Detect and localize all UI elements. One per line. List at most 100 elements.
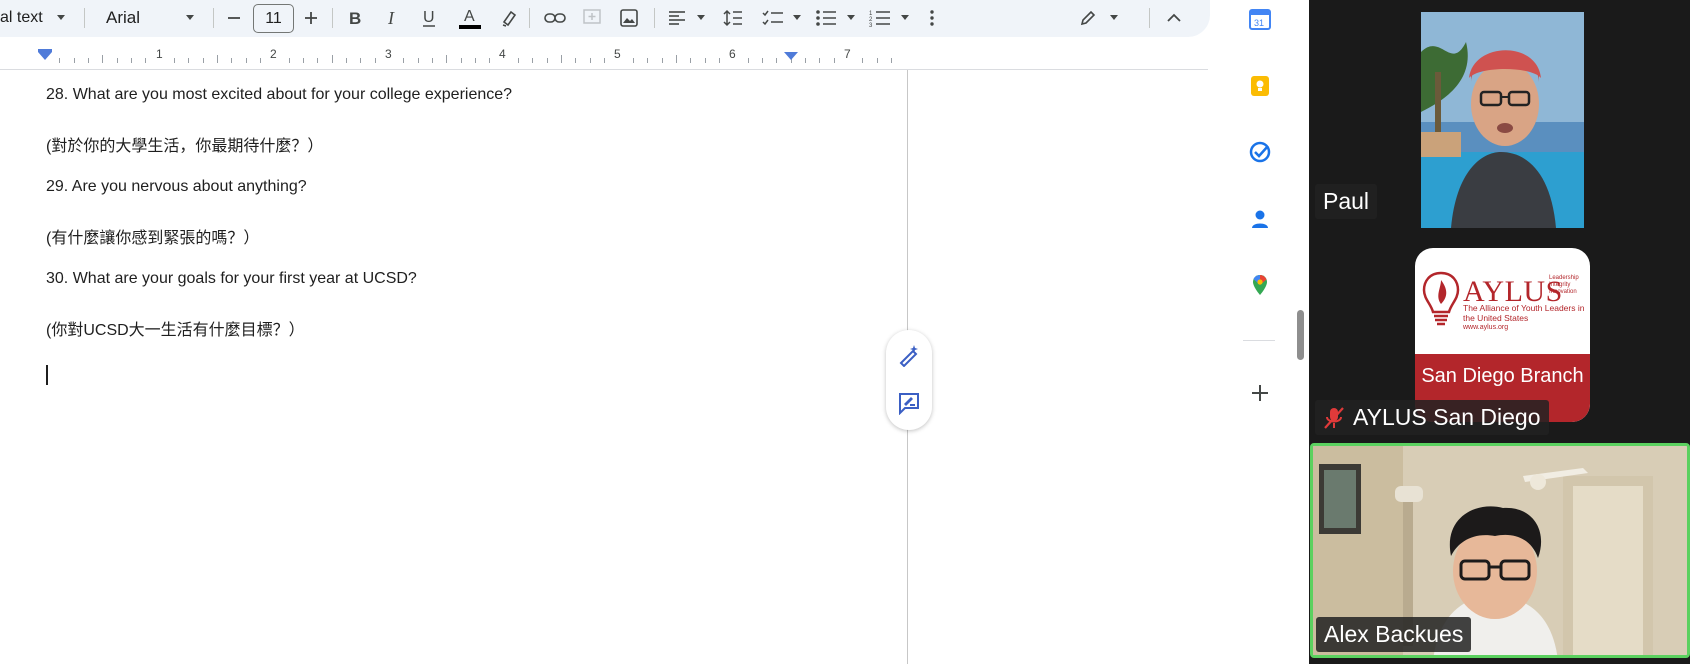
ruler-tick: [446, 55, 448, 63]
add-comment-icon[interactable]: [897, 391, 921, 415]
highlight-icon[interactable]: [498, 5, 520, 31]
ruler-tick: [288, 58, 290, 63]
align-icon[interactable]: [666, 5, 688, 31]
ruler-tick: [145, 58, 147, 63]
scrollbar-thumb[interactable]: [1297, 310, 1304, 360]
ruler-tick: [217, 55, 219, 63]
ruler-number: 7: [844, 47, 851, 61]
ruler-tick: [862, 58, 864, 63]
floating-actions: [886, 330, 932, 430]
participant-name-text: Paul: [1323, 188, 1370, 214]
svg-text:31: 31: [1254, 18, 1264, 28]
ruler-tick: [374, 58, 376, 63]
ruler-number: 4: [499, 47, 506, 61]
aylus-logo: AYLUS Leadership Integrity Innovation Th…: [1415, 248, 1590, 422]
ruler-tick: [303, 58, 305, 63]
participant-name-aylus: AYLUS San Diego: [1315, 400, 1549, 435]
tasks-icon[interactable]: [1247, 139, 1273, 165]
ruler-tick: [661, 58, 663, 63]
ruler-tick: [188, 58, 190, 63]
question-30: 30. What are your goals for your first y…: [46, 270, 417, 287]
lightbulb-icon: [1422, 271, 1460, 326]
collapse-icon[interactable]: [1163, 5, 1185, 31]
aylus-subtitle: The Alliance of Youth Leaders in the Uni…: [1463, 303, 1585, 323]
font-family-label: Arial: [106, 8, 141, 27]
question-28: 28. What are you most excited about for …: [46, 86, 513, 103]
ruler-tick: [675, 55, 677, 63]
ruler-tick: [331, 55, 333, 63]
ruler-tick: [360, 58, 362, 63]
line-spacing-icon[interactable]: [722, 5, 744, 31]
numbered-list-icon[interactable]: 123: [869, 5, 891, 31]
add-comment-icon[interactable]: [580, 5, 604, 31]
text-cursor: [46, 365, 48, 385]
toolbar-divider: [1149, 8, 1150, 28]
underline-icon[interactable]: U: [418, 5, 440, 31]
ruler-tick: [690, 58, 692, 63]
insert-image-icon[interactable]: [617, 5, 641, 31]
ruler-tick: [417, 58, 419, 63]
question-29: 29. Are you nervous about anything?: [46, 178, 307, 195]
more-icon[interactable]: [924, 5, 940, 31]
checklist-icon[interactable]: [762, 5, 784, 31]
ruler-tick: [174, 58, 176, 63]
ruler-tick: [804, 58, 806, 63]
ruler-tick: [475, 58, 477, 63]
italic-icon[interactable]: I: [381, 5, 403, 31]
text-color-icon[interactable]: A: [457, 5, 483, 31]
toolbar-divider: [332, 8, 333, 28]
keep-icon[interactable]: [1247, 73, 1273, 99]
ruler-tick: [131, 58, 133, 63]
font-size-input[interactable]: 11: [253, 4, 294, 33]
contacts-icon[interactable]: [1247, 206, 1273, 232]
ruler-tick: [761, 58, 763, 63]
font-family-select[interactable]: Arial: [106, 5, 186, 31]
side-panel-divider: [1243, 340, 1275, 341]
participant-name-text: Alex Backues: [1324, 621, 1464, 647]
screen: al text Arial 11 B I U A 1 2 3 1 2 3 4 5…: [0, 0, 1690, 664]
paragraph-style-label: al text: [0, 9, 43, 26]
ruler-tick: [59, 58, 61, 63]
add-icon[interactable]: [1247, 380, 1273, 406]
editing-mode-icon[interactable]: [1077, 5, 1099, 31]
chevron-down-icon: [901, 15, 909, 20]
aylus-tag: Leadership: [1549, 275, 1579, 281]
aylus-tag: Integrity: [1549, 282, 1571, 288]
participant-video: [1421, 12, 1584, 228]
help-me-write-icon[interactable]: [897, 343, 921, 367]
bullet-list-icon[interactable]: [815, 5, 837, 31]
left-indent-handle[interactable]: [38, 52, 52, 60]
svg-text:3: 3: [869, 23, 873, 27]
participant-name-text: AYLUS San Diego: [1353, 404, 1541, 430]
toolbar-divider: [529, 8, 530, 28]
bold-icon[interactable]: B: [344, 5, 366, 31]
question-29-translation: (有什麼讓你感到緊張的嗎？）: [46, 230, 260, 247]
question-30-translation: (你對UCSD大一生活有什麼目標？）: [46, 322, 305, 339]
ruler-tick: [704, 58, 706, 63]
calendar-icon[interactable]: 31: [1247, 6, 1273, 32]
plus-icon[interactable]: [301, 5, 321, 31]
ruler-tick: [102, 55, 104, 63]
ruler-tick: [460, 58, 462, 63]
maps-icon[interactable]: [1247, 272, 1273, 298]
ruler-tick: [88, 58, 89, 63]
ruler-tick: [73, 58, 75, 63]
chevron-down-icon: [57, 15, 65, 20]
ruler-tick: [346, 58, 348, 63]
ruler-tick: [561, 55, 563, 63]
minus-icon[interactable]: [224, 5, 244, 31]
ruler-number: 3: [385, 47, 392, 61]
ruler-tick: [317, 58, 319, 63]
link-icon[interactable]: [543, 5, 567, 31]
ruler-number: 2: [270, 47, 277, 61]
paragraph-style-select[interactable]: al text: [0, 5, 60, 31]
participant-name-alex: Alex Backues: [1316, 617, 1472, 652]
svg-text:U: U: [423, 9, 435, 26]
right-indent-handle[interactable]: [784, 52, 798, 60]
ruler-tick: [647, 58, 649, 63]
ruler-tick: [202, 58, 204, 63]
ruler-tick: [518, 58, 520, 63]
muted-mic-icon: [1324, 406, 1344, 429]
ruler-tick: [116, 58, 118, 63]
question-28-translation: (對於你的大學生活，你最期待什麼？）: [46, 138, 324, 155]
